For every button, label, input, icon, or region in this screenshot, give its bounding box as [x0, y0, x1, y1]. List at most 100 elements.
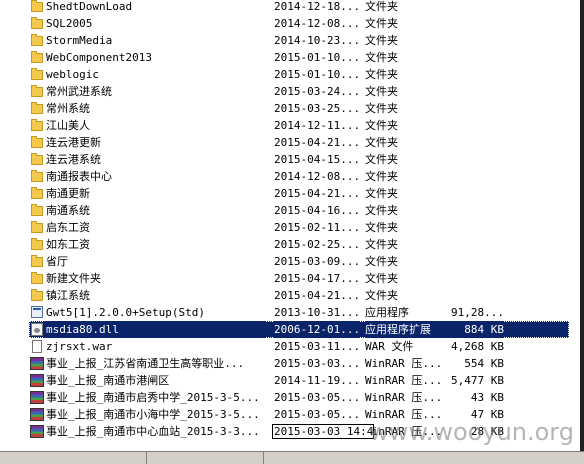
file-date: 2015-04-16...	[274, 204, 360, 217]
file-icon-cell[interactable]	[30, 254, 44, 269]
file-row[interactable]: 连云港系统 2015-04-15... 文件夹	[0, 151, 584, 168]
file-name[interactable]: 新建文件夹	[44, 270, 266, 287]
file-date: 2013-10-31...	[274, 306, 360, 319]
file-icon-cell[interactable]	[30, 16, 44, 31]
file-row[interactable]: 江山美人 2014-12-11... 文件夹	[0, 117, 584, 134]
file-row[interactable]: 事业_上报_江苏省南通卫生高等职业... 2015-03-03... WinRAR …	[0, 355, 584, 372]
file-size: 5,477 KB	[451, 374, 504, 387]
file-name[interactable]: 连云港系统	[44, 151, 266, 168]
file-row[interactable]: 常州系统 2015-03-25... 文件夹	[0, 100, 584, 117]
file-row[interactable]: SQL2005 2014-12-08... 文件夹	[0, 15, 584, 32]
file-date: 2015-01-10...	[274, 51, 360, 64]
file-name[interactable]: 南通更新	[44, 185, 266, 202]
file-row[interactable]: Gwt5[1].2.0.0+Setup(Std) 2013-10-31... 应用程…	[0, 304, 584, 321]
file-name[interactable]: zjrsxt.war	[44, 338, 266, 355]
file-row[interactable]: WebComponent2013 2015-01-10... 文件夹	[0, 49, 584, 66]
file-date: 2015-03-24...	[274, 85, 360, 98]
file-name[interactable]: 事业_上报_江苏省南通卫生高等职业...	[44, 355, 266, 372]
folder-icon	[31, 204, 43, 216]
file-icon-cell[interactable]	[30, 390, 44, 405]
file-icon-cell[interactable]	[30, 203, 44, 218]
file-icon-cell[interactable]	[30, 33, 44, 48]
file-icon-cell[interactable]	[30, 424, 44, 439]
file-name[interactable]: 事业_上报_南通市港闸区	[44, 372, 266, 389]
file-name[interactable]: weblogic	[44, 66, 266, 83]
file-icon-cell[interactable]	[30, 118, 44, 133]
file-name[interactable]: 南通系统	[44, 202, 266, 219]
file-icon-cell[interactable]	[30, 407, 44, 422]
file-size	[446, 117, 504, 134]
file-name[interactable]: 常州系统	[44, 100, 266, 117]
file-icon-cell[interactable]	[30, 152, 44, 167]
file-icon-cell[interactable]	[30, 169, 44, 184]
file-icon-cell[interactable]	[30, 322, 44, 337]
file-size	[446, 270, 504, 287]
folder-icon	[31, 221, 43, 233]
folder-icon	[31, 68, 43, 80]
file-name[interactable]: 事业_上报_南通市启秀中学_2015-3-5...	[44, 389, 266, 406]
file-icon-cell[interactable]	[30, 237, 44, 252]
file-type: 文件夹	[365, 221, 398, 234]
file-row[interactable]: StormMedia 2014-10-23... 文件夹	[0, 32, 584, 49]
file-type: 文件夹	[365, 85, 398, 98]
file-icon-cell[interactable]	[30, 101, 44, 116]
file-row[interactable]: msdia80.dll 2006-12-01... 应用程序扩展 884 KB	[0, 321, 584, 338]
rar-icon	[30, 425, 44, 438]
file-name[interactable]: ShedtDownLoad	[44, 0, 266, 15]
file-row[interactable]: 启东工资 2015-02-11... 文件夹	[0, 219, 584, 236]
file-icon-cell[interactable]	[30, 220, 44, 235]
file-icon-cell[interactable]	[30, 305, 44, 320]
file-row[interactable]: 南通更新 2015-04-21... 文件夹	[0, 185, 584, 202]
file-icon-cell[interactable]	[30, 84, 44, 99]
file-row[interactable]: 南通报表中心 2014-12-08... 文件夹	[0, 168, 584, 185]
file-name[interactable]: SQL2005	[44, 15, 266, 32]
file-icon-cell[interactable]	[30, 271, 44, 286]
file-name[interactable]: WebComponent2013	[44, 49, 266, 66]
file-row[interactable]: 事业_上报_南通市港闸区 2014-11-19... WinRAR 压... 5,47…	[0, 372, 584, 389]
watermark-text: www.wooyun.org	[369, 418, 574, 446]
rar-icon	[30, 391, 44, 404]
file-name[interactable]: 事业_上报_南通市小海中学_2015-3-5...	[44, 406, 266, 423]
file-icon-cell[interactable]	[30, 339, 44, 354]
file-row[interactable]: ShedtDownLoad 2014-12-18... 文件夹	[0, 0, 584, 15]
file-row[interactable]: 常州武进系统 2015-03-24... 文件夹	[0, 83, 584, 100]
file-name[interactable]: StormMedia	[44, 32, 266, 49]
file-row[interactable]: 省厅 2015-03-09... 文件夹	[0, 253, 584, 270]
file-type: 文件夹	[365, 17, 398, 30]
file-name[interactable]: 镇江系统	[44, 287, 266, 304]
file-icon-cell[interactable]	[30, 373, 44, 388]
file-icon-cell[interactable]	[30, 356, 44, 371]
file-type: WinRAR 压...	[365, 391, 443, 404]
file-row[interactable]: zjrsxt.war 2015-03-11... WAR 文件 4,268 KB	[0, 338, 584, 355]
file-name[interactable]: Gwt5[1].2.0.0+Setup(Std)	[44, 304, 266, 321]
file-row[interactable]: weblogic 2015-01-10... 文件夹	[0, 66, 584, 83]
file-name[interactable]: 南通报表中心	[44, 168, 266, 185]
file-name[interactable]: 启东工资	[44, 219, 266, 236]
file-name[interactable]: msdia80.dll	[44, 321, 266, 338]
file-icon-cell[interactable]	[30, 67, 44, 82]
file-name[interactable]: 连云港更新	[44, 134, 266, 151]
file-type: 文件夹	[365, 187, 398, 200]
file-date: 2015-04-21...	[274, 136, 360, 149]
file-name[interactable]: 省厅	[44, 253, 266, 270]
file-row[interactable]: 事业_上报_南通市启秀中学_2015-3-5... 2015-03-05... Wi…	[0, 389, 584, 406]
file-row[interactable]: 新建文件夹 2015-04-17... 文件夹	[0, 270, 584, 287]
file-size	[446, 100, 504, 117]
file-type: WAR 文件	[365, 340, 414, 353]
file-icon-cell[interactable]	[30, 186, 44, 201]
file-row[interactable]: 连云港更新 2015-04-21... 文件夹	[0, 134, 584, 151]
file-icon-cell[interactable]	[30, 288, 44, 303]
file-icon-cell[interactable]	[30, 0, 44, 14]
file-row[interactable]: 如东工资 2015-02-25... 文件夹	[0, 236, 584, 253]
file-row[interactable]: 南通系统 2015-04-16... 文件夹	[0, 202, 584, 219]
date-tooltip-field[interactable]: 2015-03-03 14:40	[272, 424, 374, 439]
file-icon-cell[interactable]	[30, 135, 44, 150]
file-name[interactable]: 如东工资	[44, 236, 266, 253]
file-date: 2014-12-11...	[274, 119, 360, 132]
file-row[interactable]: 镇江系统 2015-04-21... 文件夹	[0, 287, 584, 304]
file-type: 文件夹	[365, 0, 398, 13]
file-name[interactable]: 江山美人	[44, 117, 266, 134]
file-name[interactable]: 事业_上报_南通市中心血站_2015-3-3...	[44, 423, 266, 440]
file-icon-cell[interactable]	[30, 50, 44, 65]
file-name[interactable]: 常州武进系统	[44, 83, 266, 100]
